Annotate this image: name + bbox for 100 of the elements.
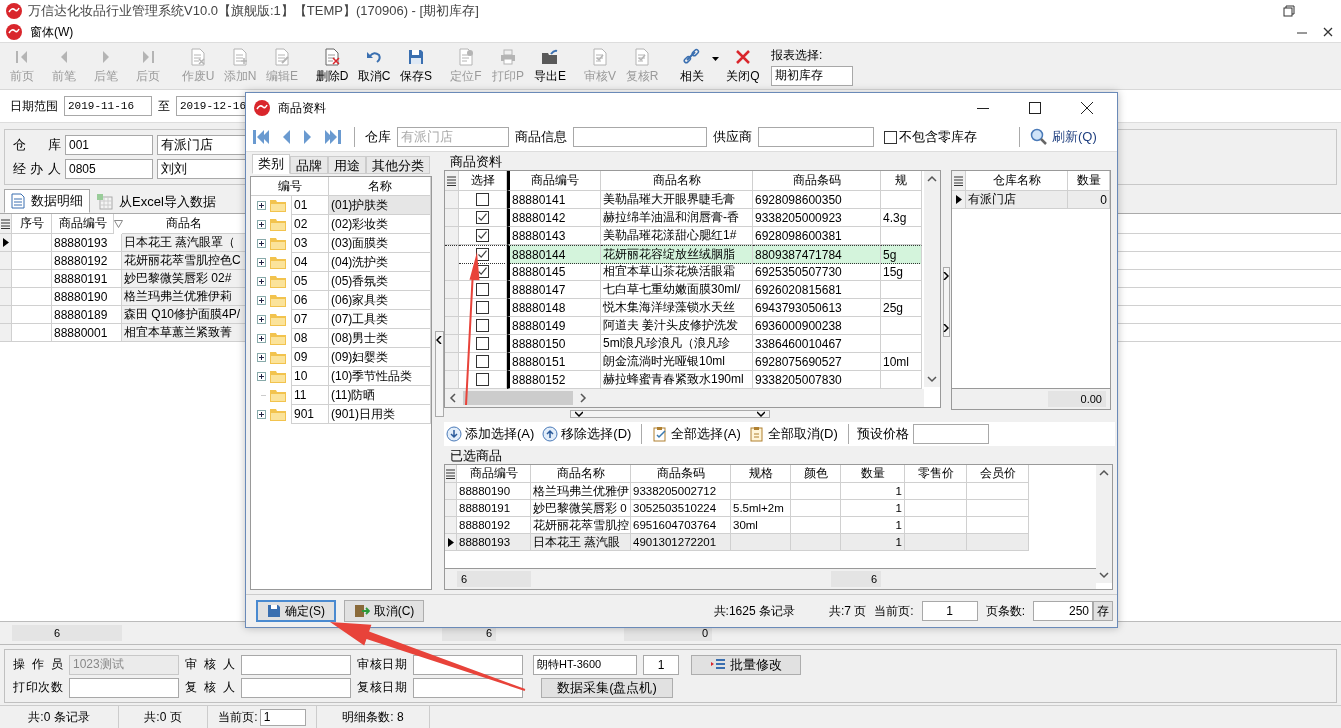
checkbox[interactable] bbox=[476, 319, 489, 332]
column-header[interactable]: 商品条码 bbox=[753, 171, 881, 191]
checkbox[interactable] bbox=[476, 211, 489, 224]
tree-item[interactable]: (07)工具类 bbox=[329, 310, 431, 329]
last-icon[interactable] bbox=[325, 130, 341, 144]
column-header[interactable]: 商品编号 bbox=[507, 171, 601, 191]
splitter-handle[interactable] bbox=[569, 410, 770, 418]
tab[interactable]: 类别 bbox=[252, 154, 290, 174]
supplier-field[interactable] bbox=[758, 127, 874, 147]
column-header[interactable]: 序号 bbox=[12, 214, 52, 234]
previous-icon[interactable] bbox=[281, 130, 291, 144]
column-header[interactable]: 选择 bbox=[459, 171, 507, 191]
expand-icon[interactable] bbox=[257, 372, 266, 381]
checkbox[interactable] bbox=[476, 193, 489, 206]
column-menu-icon[interactable] bbox=[447, 175, 456, 186]
expand-icon[interactable] bbox=[257, 315, 266, 324]
expand-icon[interactable] bbox=[257, 334, 266, 343]
cancel-button[interactable]: 取消(C) bbox=[344, 600, 424, 622]
expand-icon[interactable] bbox=[257, 277, 266, 286]
close-icon[interactable] bbox=[1323, 27, 1333, 37]
expand-icon[interactable] bbox=[257, 201, 266, 210]
column-header[interactable]: 编号 bbox=[251, 177, 329, 196]
maximize-icon[interactable] bbox=[1029, 102, 1041, 114]
tree-item[interactable]: (05)香氛类 bbox=[329, 272, 431, 291]
filter-icon[interactable] bbox=[114, 220, 123, 228]
checkbox[interactable] bbox=[476, 248, 489, 261]
action-button[interactable]: 全部选择(A) bbox=[650, 425, 743, 443]
tree-item[interactable]: (08)男士类 bbox=[329, 329, 431, 348]
expand-icon[interactable] bbox=[257, 220, 266, 229]
toolbar-button[interactable]: 删除D bbox=[312, 45, 352, 87]
toolbar-button[interactable]: 保存S bbox=[396, 45, 436, 87]
first-icon[interactable] bbox=[253, 130, 269, 144]
scroll-down-icon[interactable] bbox=[927, 375, 937, 383]
text-field[interactable] bbox=[69, 677, 179, 698]
toolbar-button[interactable]: 取消C bbox=[354, 45, 394, 87]
tab[interactable]: 其他分类 bbox=[366, 156, 430, 174]
action-button[interactable]: 添加选择(A) bbox=[444, 425, 537, 443]
date-field[interactable]: 2019-11-16 bbox=[64, 96, 152, 116]
toolbar-button[interactable]: 相关 bbox=[672, 45, 712, 87]
action-button[interactable]: 全部取消(D) bbox=[746, 425, 840, 443]
splitter-handle[interactable] bbox=[434, 331, 444, 417]
tree-item[interactable]: (09)妇婴类 bbox=[329, 348, 431, 367]
toolbar-button[interactable]: 导出E bbox=[530, 45, 570, 87]
expand-icon[interactable] bbox=[257, 296, 266, 305]
column-menu-icon[interactable] bbox=[954, 175, 963, 186]
column-header[interactable]: 商品编号 bbox=[52, 214, 114, 234]
code-field[interactable]: 0805 bbox=[65, 159, 153, 179]
column-menu-icon[interactable] bbox=[1, 218, 10, 229]
scroll-thumb[interactable] bbox=[463, 391, 573, 405]
column-menu[interactable] bbox=[445, 465, 457, 483]
report-select-field[interactable]: 期初库存 bbox=[771, 65, 853, 86]
tree-item[interactable]: (02)彩妆类 bbox=[329, 215, 431, 234]
column-header[interactable]: 商品条码 bbox=[631, 465, 731, 483]
store-button[interactable]: 存 bbox=[1093, 601, 1113, 621]
horizontal-scrollbar[interactable] bbox=[445, 389, 924, 407]
menu-item[interactable]: 窗体(W) bbox=[30, 23, 74, 41]
checkbox[interactable] bbox=[476, 337, 489, 350]
tab[interactable]: 用途 bbox=[328, 156, 366, 174]
tab[interactable]: 品牌 bbox=[290, 156, 328, 174]
text-field[interactable] bbox=[241, 677, 351, 698]
column-menu[interactable] bbox=[0, 214, 12, 234]
column-menu[interactable] bbox=[952, 171, 966, 191]
tree-item[interactable]: (01)护肤类 bbox=[329, 196, 431, 215]
tree-item[interactable]: (03)面膜类 bbox=[329, 234, 431, 253]
current-page-field[interactable]: 1 bbox=[921, 601, 978, 621]
batch-edit-button[interactable]: 批量修改 bbox=[691, 654, 801, 675]
column-header[interactable]: 规 bbox=[881, 171, 922, 191]
refresh-button[interactable]: 刷新(Q) bbox=[1030, 128, 1097, 146]
printer-field[interactable]: 朗特HT-3600 bbox=[533, 654, 637, 675]
tree-item[interactable]: (11)防晒 bbox=[329, 386, 431, 405]
column-header[interactable]: 规格 bbox=[731, 465, 791, 483]
scroll-up-icon[interactable] bbox=[927, 175, 937, 183]
action-button[interactable]: 移除选择(D) bbox=[540, 425, 634, 443]
scroll-up-icon[interactable] bbox=[1099, 469, 1109, 477]
column-header[interactable]: 数量 bbox=[841, 465, 905, 483]
expand-icon[interactable] bbox=[257, 353, 266, 362]
tree-item[interactable]: (06)家具类 bbox=[329, 291, 431, 310]
restore-icon[interactable] bbox=[1283, 5, 1295, 17]
tree-item[interactable]: (04)洗护类 bbox=[329, 253, 431, 272]
checkbox[interactable] bbox=[884, 130, 897, 144]
column-header[interactable]: 商品名称 bbox=[601, 171, 753, 191]
expand-icon[interactable] bbox=[257, 258, 266, 267]
column-header[interactable]: 商品编号 bbox=[457, 465, 531, 483]
tree-item[interactable]: (901)日用类 bbox=[329, 405, 431, 424]
scroll-left-icon[interactable] bbox=[449, 393, 457, 403]
tree-item[interactable]: (10)季节性品类 bbox=[329, 367, 431, 386]
splitter-handle[interactable] bbox=[942, 267, 950, 337]
checkbox[interactable] bbox=[476, 283, 489, 296]
page-field[interactable]: 1 bbox=[259, 708, 306, 726]
scroll-down-icon[interactable] bbox=[1099, 571, 1109, 579]
vertical-scrollbar[interactable] bbox=[1096, 465, 1112, 583]
column-header[interactable]: 颜色 bbox=[791, 465, 841, 483]
vertical-scrollbar[interactable] bbox=[924, 171, 940, 387]
dropdown-caret-icon[interactable] bbox=[712, 57, 719, 61]
toolbar-button[interactable]: 关闭Q bbox=[723, 45, 763, 87]
page-size-field[interactable]: 250 bbox=[1033, 601, 1093, 621]
scroll-right-icon[interactable] bbox=[579, 393, 587, 403]
quantity-field[interactable]: 1 bbox=[643, 654, 679, 675]
product-info-field[interactable] bbox=[573, 127, 707, 147]
checkbox[interactable] bbox=[476, 229, 489, 242]
